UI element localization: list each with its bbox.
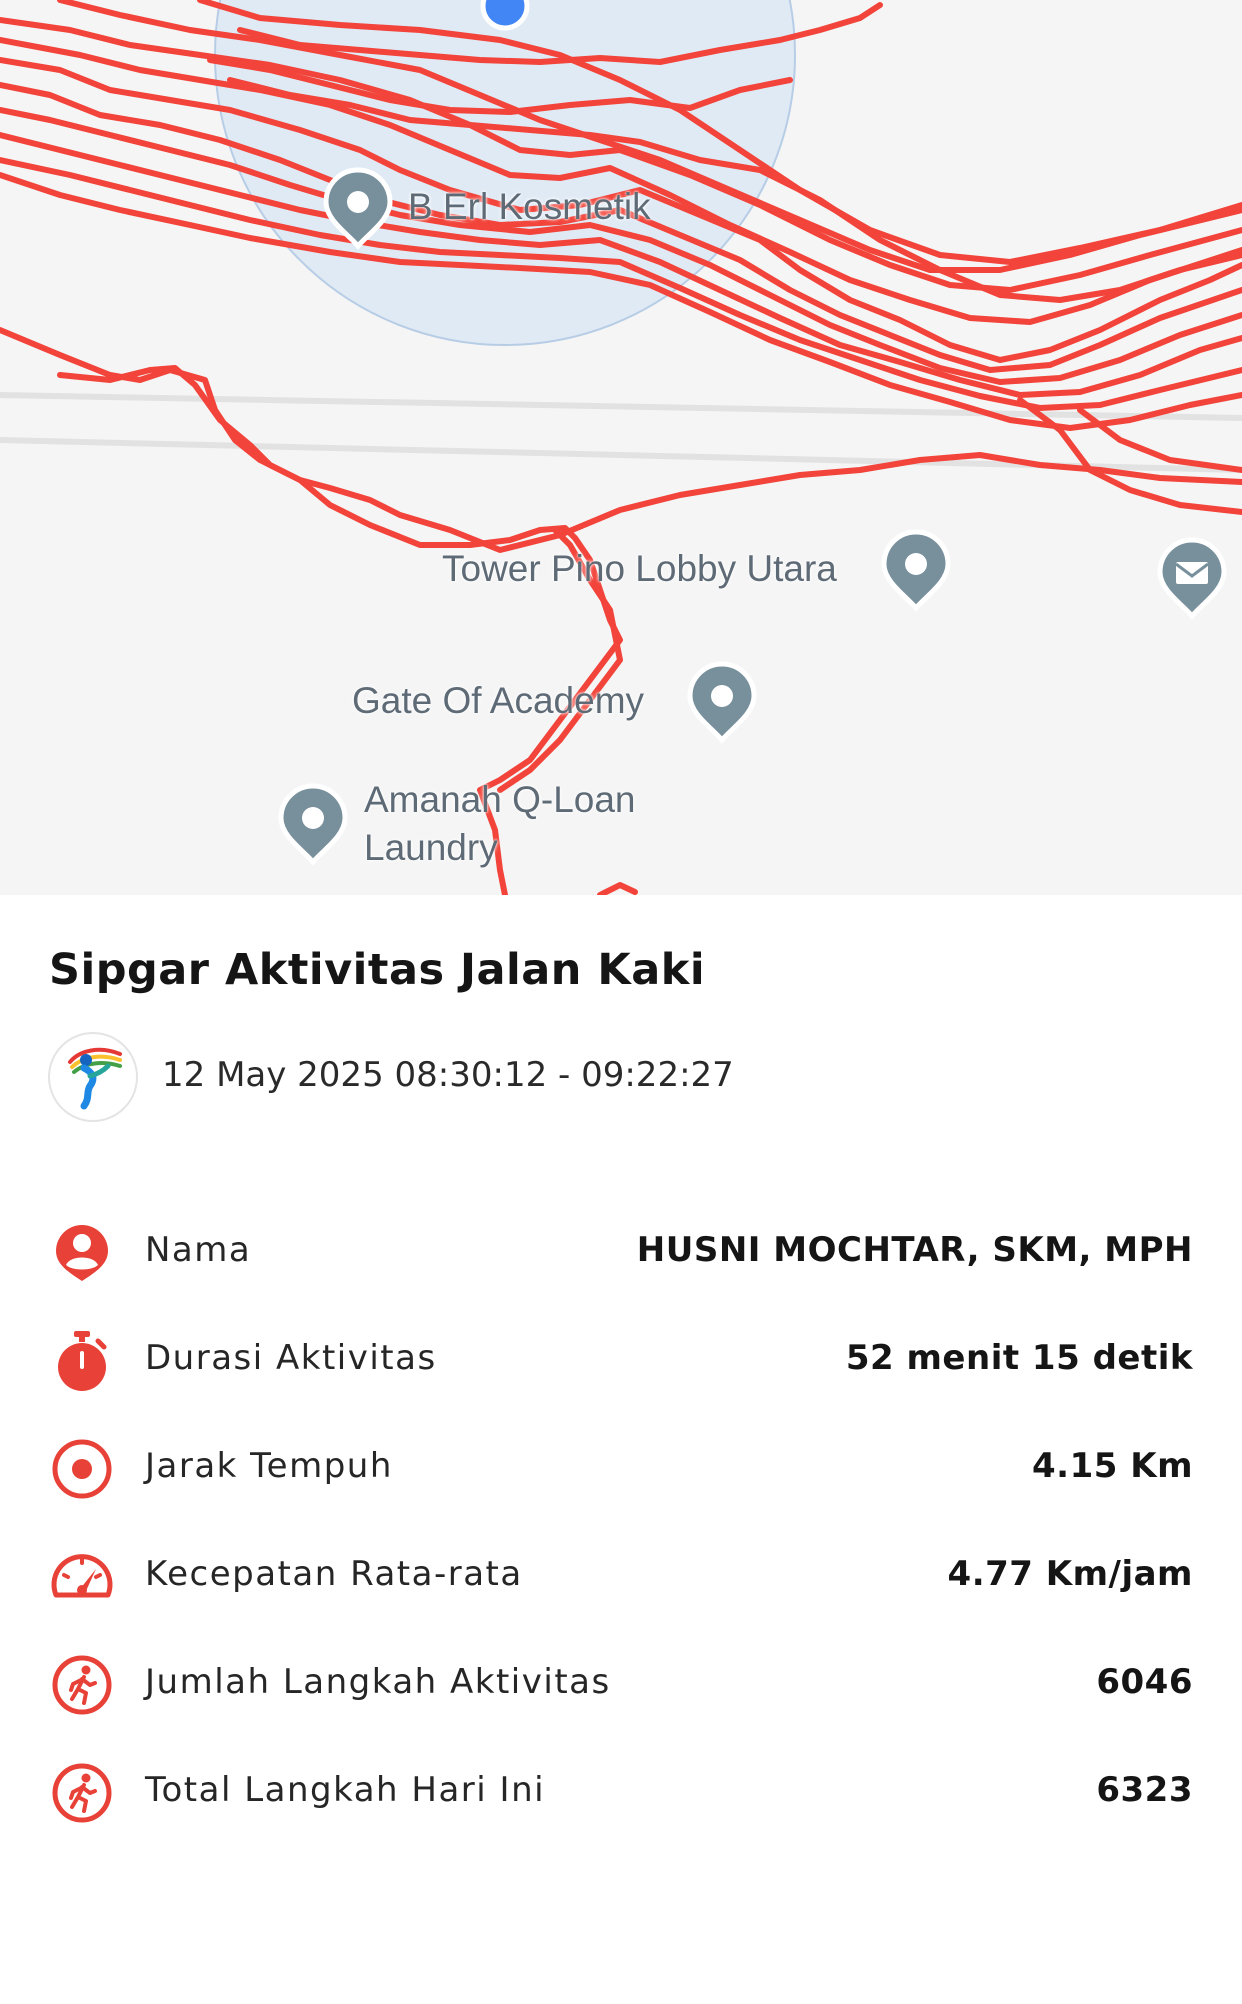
current-location-dot [480, 0, 530, 31]
mail-icon[interactable] [1152, 534, 1232, 620]
map-place-label[interactable]: B Erl Kosmetik [408, 183, 651, 231]
map-place-label[interactable]: Gate Of Academy [352, 677, 644, 725]
stat-label: Nama [145, 1230, 252, 1270]
speedometer-icon [51, 1554, 113, 1598]
stat-row-activity-steps: Jumlah Langkah Aktivitas 6046 [0, 1640, 1242, 1730]
target-icon [52, 1439, 112, 1499]
stat-label: Kecepatan Rata-rata [145, 1554, 523, 1594]
person-icon [56, 1225, 108, 1281]
stat-value: HUSNI MOCHTAR, SKM, MPH [636, 1230, 1193, 1270]
map-place-label[interactable]: Amanah Q-Loan [364, 776, 636, 824]
pin-icon[interactable] [682, 658, 762, 744]
activity-datetime: 12 May 2025 08:30:12 - 09:22:27 [162, 1055, 734, 1095]
map-place-label-line2[interactable]: Laundry [364, 824, 498, 872]
pin-icon[interactable] [318, 164, 398, 250]
stat-row-total-steps: Total Langkah Hari Ini 6323 [0, 1748, 1242, 1838]
map-view[interactable]: B Erl Kosmetik Tower Pino Lobby Utara Ga… [0, 0, 1242, 895]
walking-icon [52, 1763, 112, 1823]
app-logo-icon [48, 1032, 138, 1122]
activity-title: Sipgar Aktivitas Jalan Kaki [49, 945, 706, 995]
stat-value: 4.77 Km/jam [947, 1554, 1193, 1594]
stat-value: 6323 [1096, 1770, 1193, 1810]
stat-label: Total Langkah Hari Ini [145, 1770, 546, 1810]
pin-icon[interactable] [273, 780, 353, 866]
stat-label: Jumlah Langkah Aktivitas [145, 1662, 611, 1702]
stat-row-duration: Durasi Aktivitas 52 menit 15 detik [0, 1316, 1242, 1406]
pin-icon[interactable] [876, 526, 956, 612]
stat-value: 6046 [1096, 1662, 1193, 1702]
walking-icon [52, 1655, 112, 1715]
stopwatch-icon [58, 1331, 107, 1391]
stat-row-distance: Jarak Tempuh 4.15 Km [0, 1424, 1242, 1514]
map-place-label[interactable]: Tower Pino Lobby Utara [442, 545, 837, 593]
stat-value: 4.15 Km [1032, 1446, 1193, 1486]
stat-row-speed: Kecepatan Rata-rata 4.77 Km/jam [0, 1532, 1242, 1622]
stat-value: 52 menit 15 detik [845, 1338, 1193, 1378]
stat-label: Jarak Tempuh [145, 1446, 393, 1486]
stat-row-name: Nama HUSNI MOCHTAR, SKM, MPH [0, 1208, 1242, 1298]
route-map [0, 0, 1242, 895]
stat-label: Durasi Aktivitas [145, 1338, 437, 1378]
